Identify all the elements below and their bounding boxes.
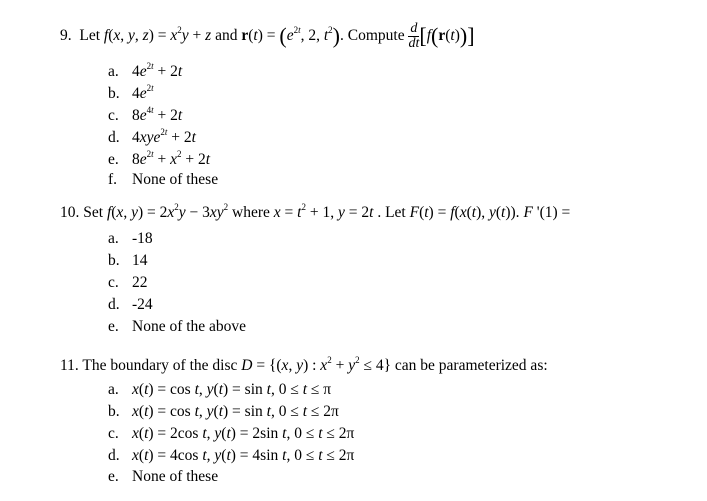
q9-option-e[interactable]: e. 8e2t + x2 + 2t xyxy=(108,150,210,169)
question-10: 10. Set f(x, y) = 2x2y − 3xy2 where x = … xyxy=(60,202,571,222)
q9-option-d[interactable]: d. 4xye2t + 2t xyxy=(108,128,196,147)
question-11: 11. The boundary of the disc D = {(x, y)… xyxy=(60,355,548,375)
q11-option-c[interactable]: c. x(t) = 2cos t, y(t) = 2sin t, 0 ≤ t ≤ … xyxy=(108,425,354,443)
q11-option-b[interactable]: b. x(t) = cos t, y(t) = sin t, 0 ≤ t ≤ 2π xyxy=(108,403,339,421)
q10-option-b[interactable]: b. 14 xyxy=(108,252,148,270)
question-number: 11. xyxy=(60,357,79,374)
q9-option-f[interactable]: f. None of these xyxy=(108,171,218,189)
question-9: 9. Let f(x, y, z) = x2y + z and r(t) = (… xyxy=(60,21,475,51)
q11-option-d[interactable]: d. x(t) = 4cos t, y(t) = 4sin t, 0 ≤ t ≤ … xyxy=(108,447,354,465)
q11-option-a[interactable]: a. x(t) = cos t, y(t) = sin t, 0 ≤ t ≤ π xyxy=(108,381,331,399)
q10-option-d[interactable]: d. -24 xyxy=(108,296,153,314)
q10-option-c[interactable]: c. 22 xyxy=(108,274,148,292)
q9-option-b[interactable]: b. 4e2t xyxy=(108,84,154,103)
q9-option-a[interactable]: a. 4e2t + 2t xyxy=(108,62,182,81)
q10-option-a[interactable]: a. -18 xyxy=(108,230,153,248)
q9-option-c[interactable]: c. 8e4t + 2t xyxy=(108,106,182,125)
derivative-fraction: d dt xyxy=(408,21,420,51)
question-number: 10. xyxy=(60,204,80,221)
q11-option-e[interactable]: e. None of these xyxy=(108,468,218,486)
question-number: 9. xyxy=(60,27,72,45)
q10-option-e[interactable]: e. None of the above xyxy=(108,318,246,336)
